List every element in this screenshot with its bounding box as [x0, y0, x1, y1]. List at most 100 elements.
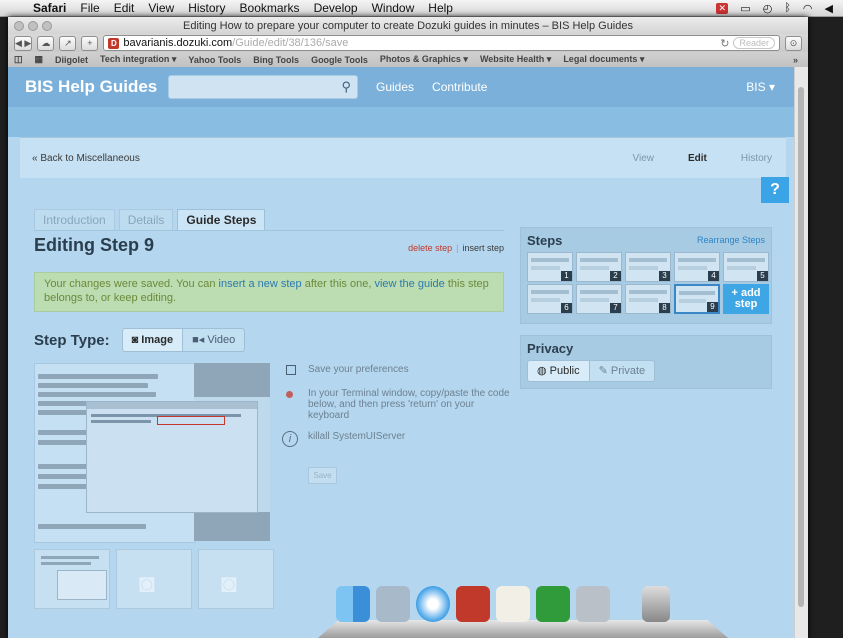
instruction-text[interactable]: Save your preferences [308, 364, 409, 378]
add-image-slot[interactable]: ◙ [198, 549, 274, 609]
camera-icon: ◙ [131, 334, 142, 346]
notice-text: after this one, [301, 278, 375, 290]
automator-icon[interactable] [576, 586, 610, 622]
steps-panel: Steps Rearrange Steps 1 2 3 4 5 6 7 8 9 … [520, 227, 772, 324]
instruction-text[interactable]: In your Terminal window, copy/paste the … [308, 388, 516, 421]
delete-step-link[interactable]: delete step [408, 243, 452, 253]
step-thumbnail[interactable]: 6 [527, 284, 573, 314]
dock-shelf [318, 620, 728, 638]
url-path: /Guide/edit/38/136/save [232, 37, 349, 49]
info-icon[interactable]: i [282, 431, 298, 447]
photo-booth-icon[interactable] [456, 586, 490, 622]
bookmarks-overflow-button[interactable]: » [793, 55, 808, 65]
back-forward-button[interactable]: ◀ ▶ [14, 35, 33, 51]
instruction-line[interactable]: i killall SystemUIServer [282, 431, 516, 447]
rearrange-steps-link[interactable]: Rearrange Steps [697, 235, 765, 245]
video-type-button[interactable]: ■◂ Video [183, 328, 246, 352]
new-tab-plus-icon[interactable]: + [81, 35, 99, 51]
private-button[interactable]: ✎ Private [589, 360, 656, 382]
safari-icon[interactable] [416, 586, 450, 622]
site-logo[interactable]: BIS Help Guides [8, 77, 162, 97]
menu-edit[interactable]: Edit [107, 1, 142, 15]
step-thumbnail[interactable]: 4 [674, 252, 720, 282]
bullet-black-icon[interactable] [286, 365, 296, 375]
insert-step-link[interactable]: insert step [462, 243, 504, 253]
bookmark-bing-tools[interactable]: Bing Tools [253, 55, 299, 65]
nav-contribute[interactable]: Contribute [432, 80, 487, 94]
tab-introduction[interactable]: Introduction [34, 209, 115, 230]
bullet-red-icon[interactable] [286, 391, 293, 398]
window-title: Editing How to prepare your computer to … [182, 19, 633, 32]
airplay-icon[interactable]: ▭ [740, 2, 750, 15]
tab-details[interactable]: Details [118, 209, 174, 230]
step-thumbnail-selected[interactable]: 9 [674, 284, 720, 314]
edit-link[interactable]: Edit [688, 153, 707, 164]
icloud-tabs-icon[interactable]: ☁ [37, 35, 55, 51]
privacy-panel: Privacy ◍ Public ✎ Private [520, 335, 772, 389]
site-search-input[interactable]: ⚲ [168, 75, 358, 99]
menu-app-name[interactable]: Safari [26, 1, 73, 15]
reload-icon[interactable]: ↻ [720, 37, 729, 50]
menu-window[interactable]: Window [365, 1, 422, 15]
step-thumbnail[interactable]: 3 [625, 252, 671, 282]
publisher-icon[interactable] [536, 586, 570, 622]
step-thumbnail[interactable]: 7 [576, 284, 622, 314]
tab-guide-steps[interactable]: Guide Steps [177, 209, 266, 230]
public-label: Public [549, 365, 580, 377]
time-machine-icon[interactable]: ◴ [763, 2, 773, 15]
finder-icon[interactable] [336, 586, 370, 622]
save-button[interactable]: Save [308, 467, 337, 484]
back-to-category-link[interactable]: « Back to Miscellaneous [20, 153, 140, 164]
volume-icon[interactable]: ◀ [825, 2, 833, 15]
wifi-icon[interactable]: ◠ [803, 2, 813, 15]
downloads-icon[interactable]: ⊙ [785, 35, 802, 51]
view-link[interactable]: View [632, 153, 654, 164]
add-step-button[interactable]: + add step [723, 284, 769, 314]
view-guide-link[interactable]: view the guide [374, 278, 444, 290]
mail-stamp-icon[interactable] [376, 586, 410, 622]
trash-icon[interactable] [642, 586, 670, 622]
insert-new-step-link[interactable]: insert a new step [219, 278, 302, 290]
search-icon[interactable]: ⚲ [341, 79, 351, 95]
help-button[interactable]: ? [761, 177, 789, 203]
bookmark-yahoo-tools[interactable]: Yahoo Tools [188, 55, 241, 65]
menu-view[interactable]: View [141, 1, 181, 15]
bookmark-photos-graphics[interactable]: Photos & Graphics ▾ [380, 54, 468, 65]
menu-history[interactable]: History [181, 1, 232, 15]
nav-guides[interactable]: Guides [376, 80, 414, 94]
instruction-text[interactable]: killall SystemUIServer [308, 431, 405, 447]
step-thumbnail[interactable]: 8 [625, 284, 671, 314]
menu-develop[interactable]: Develop [307, 1, 365, 15]
image-thumbnail[interactable] [34, 549, 110, 609]
bookmark-website-health[interactable]: Website Health ▾ [480, 54, 551, 65]
bluetooth-icon[interactable]: ᛒ [784, 2, 791, 14]
instruction-line[interactable]: Save your preferences [286, 364, 516, 378]
reading-list-icon[interactable]: ◫ [14, 54, 23, 65]
sidebar: Steps Rearrange Steps 1 2 3 4 5 6 7 8 9 … [520, 227, 772, 389]
menu-file[interactable]: File [73, 1, 106, 15]
scrollbar-thumb[interactable] [798, 87, 804, 607]
history-link[interactable]: History [741, 153, 772, 164]
reader-button[interactable]: Reader [733, 37, 775, 49]
vertical-scrollbar[interactable] [794, 67, 808, 638]
status-x-icon[interactable]: ✕ [716, 2, 729, 14]
menu-help[interactable]: Help [421, 1, 460, 15]
top-sites-icon[interactable]: ▦ [35, 54, 44, 65]
bookmark-tech-integration[interactable]: Tech integration ▾ [100, 54, 176, 65]
textedit-icon[interactable] [496, 586, 530, 622]
step-thumbnail[interactable]: 2 [576, 252, 622, 282]
bookmark-diigolet[interactable]: Diigolet [55, 55, 88, 65]
bookmark-google-tools[interactable]: Google Tools [311, 55, 368, 65]
address-bar[interactable]: D bavarianis.dozuki.com/Guide/edit/38/13… [103, 35, 780, 51]
step-thumbnail[interactable]: 5 [723, 252, 769, 282]
user-menu[interactable]: BIS ▾ [746, 80, 775, 94]
image-type-button[interactable]: ◙ Image [121, 328, 184, 352]
step-thumbnail[interactable]: 1 [527, 252, 573, 282]
instruction-line[interactable]: In your Terminal window, copy/paste the … [286, 388, 516, 421]
menu-bookmarks[interactable]: Bookmarks [233, 1, 307, 15]
step-number: 5 [757, 271, 768, 281]
public-button[interactable]: ◍ Public [527, 360, 590, 382]
add-image-slot[interactable]: ◙ [116, 549, 192, 609]
share-icon[interactable]: ↗ [59, 35, 77, 51]
bookmark-legal-documents[interactable]: Legal documents ▾ [563, 54, 644, 65]
